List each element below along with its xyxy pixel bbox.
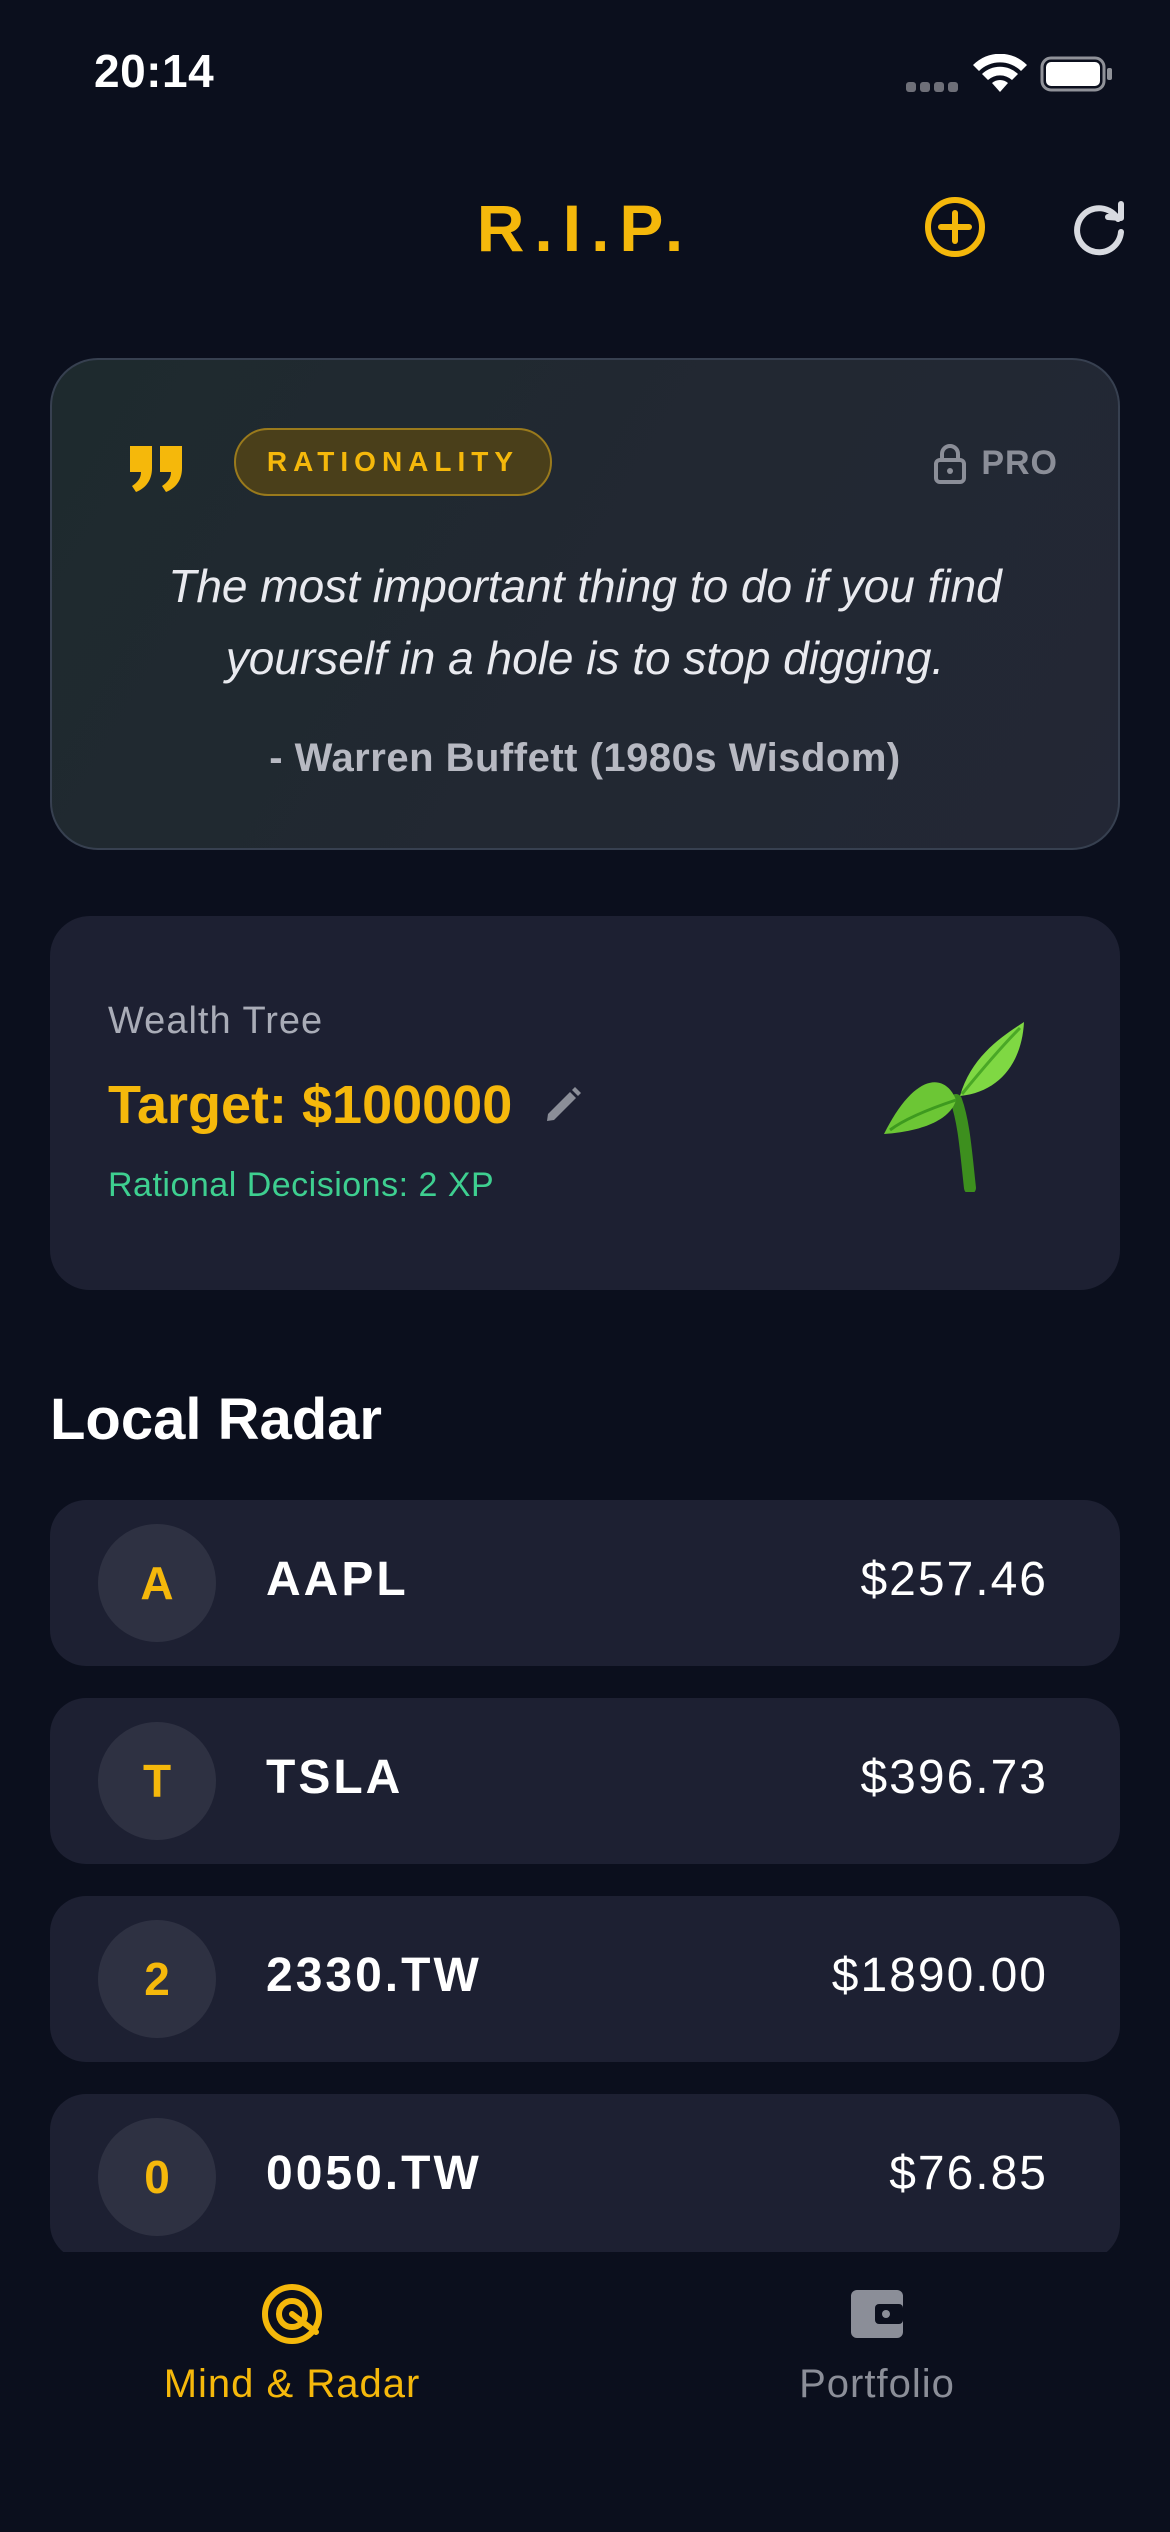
radar-item[interactable]: A AAPL $257.46: [50, 1500, 1120, 1666]
quote-icon: [130, 446, 182, 492]
radar-list[interactable]: A AAPL $257.46 T TSLA $396.73 2 2330.TW …: [50, 1500, 1120, 2252]
ticker-symbol: AAPL: [266, 1553, 409, 1606]
section-title-local-radar: Local Radar: [50, 1387, 382, 1452]
plus-circle-icon[interactable]: [920, 192, 990, 262]
pro-badge[interactable]: PRO: [933, 440, 1058, 486]
ticker-price: $1890.00: [831, 1949, 1048, 2002]
wealth-tree-card: Wealth Tree Target: $100000 Rational Dec…: [50, 916, 1120, 1290]
ticker-symbol: 0050.TW: [266, 2147, 482, 2200]
tab-label: Mind & Radar: [163, 2362, 421, 2406]
wealth-tree-label: Wealth Tree: [108, 1000, 324, 1042]
radar-item[interactable]: T TSLA $396.73: [50, 1698, 1120, 1864]
radar-item[interactable]: 0 0050.TW $76.85: [50, 2094, 1120, 2252]
quote-author: - Warren Buffett (1980s Wisdom): [269, 736, 901, 780]
pro-label: PRO: [981, 443, 1058, 482]
ticker-avatar: 0: [98, 2118, 216, 2236]
ticker-avatar: 2: [98, 1920, 216, 2038]
ticker-avatar: T: [98, 1722, 216, 1840]
signal-icon: [906, 82, 958, 92]
tab-label: Portfolio: [799, 2362, 955, 2406]
tab-mind-radar[interactable]: Mind & Radar: [142, 2282, 442, 2432]
refresh-icon[interactable]: [1064, 192, 1134, 262]
category-badge: RATIONALITY: [234, 428, 552, 496]
tab-bar: Mind & Radar Portfolio: [0, 2252, 1170, 2532]
quote-card: RATIONALITY PRO The most important thing…: [50, 358, 1120, 850]
lock-icon: [934, 444, 967, 484]
ticker-price: $257.46: [860, 1553, 1048, 1606]
wealth-target-value: Target: $100000: [108, 1075, 513, 1135]
ticker-symbol: TSLA: [266, 1751, 404, 1804]
status-bar: 20:14: [0, 0, 1170, 140]
app-header: R.I.P.: [0, 180, 1170, 280]
ticker-symbol: 2330.TW: [266, 1949, 482, 2002]
app-title: R.I.P.: [476, 191, 694, 265]
ticker-price: $396.73: [860, 1751, 1048, 1804]
radar-target-icon: [262, 2284, 322, 2344]
quote-text: The most important thing to do if you fi…: [168, 560, 1002, 684]
tab-portfolio[interactable]: Portfolio: [727, 2282, 1027, 2432]
radar-item[interactable]: 2 2330.TW $1890.00: [50, 1896, 1120, 2062]
ticker-avatar: A: [98, 1524, 216, 1642]
ticker-price: $76.85: [889, 2147, 1048, 2200]
sprout-icon: [884, 1022, 1024, 1192]
battery-icon: [1040, 56, 1112, 92]
pencil-icon[interactable]: [542, 1084, 584, 1126]
wifi-icon: [973, 54, 1027, 92]
wealth-target: Target: $100000: [108, 1074, 584, 1136]
wallet-icon: [851, 2290, 903, 2338]
status-time: 20:14: [94, 45, 215, 97]
xp-counter: Rational Decisions: 2 XP: [108, 1166, 495, 1204]
